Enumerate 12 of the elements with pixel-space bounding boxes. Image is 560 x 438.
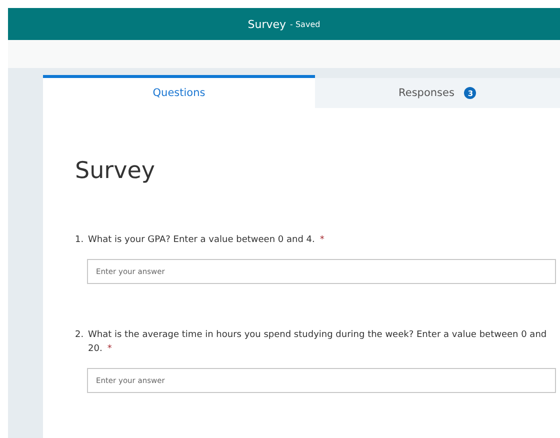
window-title: Survey — [248, 18, 286, 30]
required-mark: * — [320, 235, 324, 245]
tab-label: Questions — [152, 87, 206, 99]
question-number: 2. — [75, 329, 85, 342]
question-text: What is your GPA? Enter a value between 0 and 4. * — [88, 234, 324, 247]
question-number: 1. — [75, 234, 85, 247]
question-text: What is the average time in hours you spend studying during the week? Enter a value between 0 and 20. * — [88, 329, 548, 356]
tab-label: Responses — [398, 87, 454, 99]
save-status: - Saved — [290, 20, 320, 28]
required-mark: * — [107, 344, 112, 354]
tab[interactable]: Questions — [43, 75, 315, 108]
form-title: Survey — [75, 158, 156, 186]
